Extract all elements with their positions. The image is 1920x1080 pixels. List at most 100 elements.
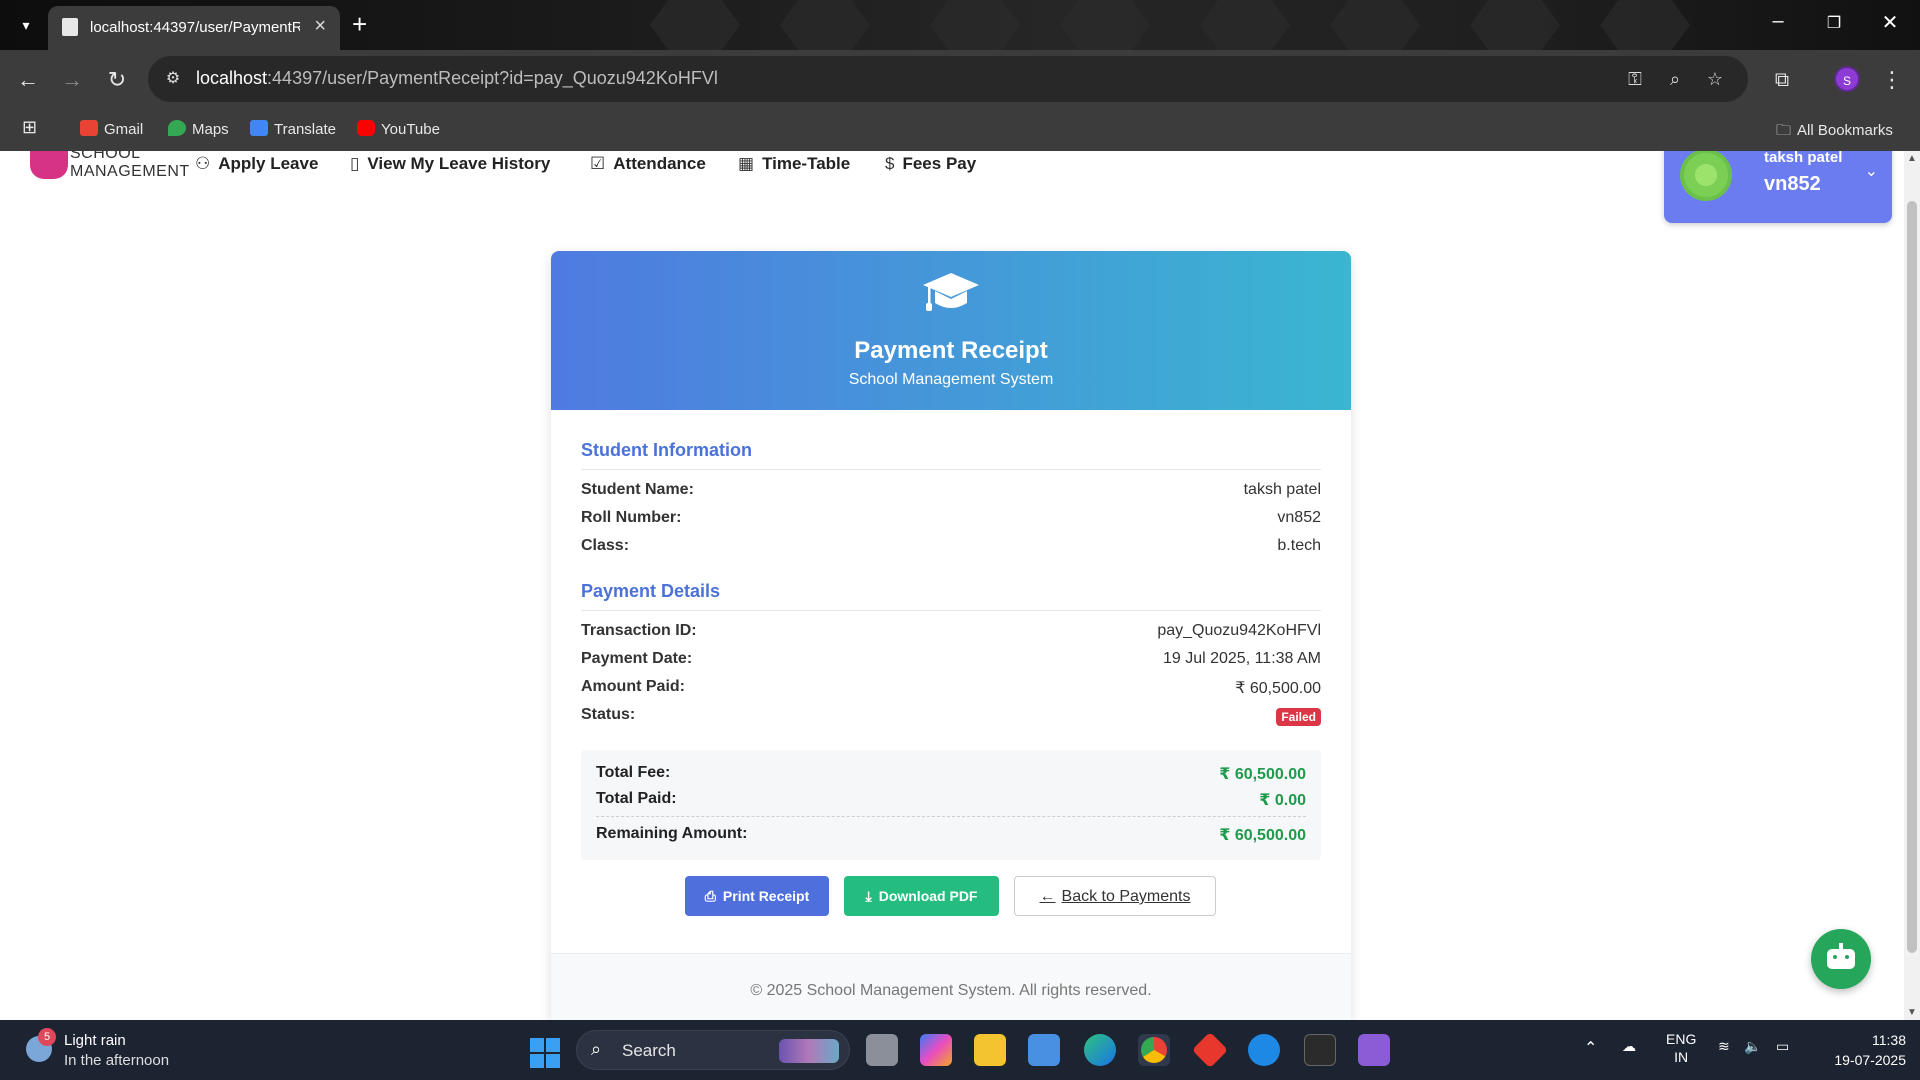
terminal-app-icon[interactable] [1304,1034,1336,1066]
window-close-icon[interactable]: ✕ [1870,10,1910,35]
totals-summary: Total Fee: ₹ 60,500.00 Total Paid: ₹ 0.00 … [581,750,1321,860]
payment-date-row: Payment Date: 19 Jul 2025, 11:38 AM [581,650,1321,667]
amount-paid-row: Amount Paid: ₹ 60,500.00 [581,678,1321,697]
wallpaper-hex [1330,0,1420,56]
git-app-icon[interactable] [1191,1031,1229,1069]
download-icon: ⤓ [865,888,872,904]
browser-menu-icon[interactable]: ⋮ [1876,64,1908,96]
search-icon: ⌕ [591,1039,602,1059]
dollar-icon: $ [885,154,895,173]
tab-close-icon[interactable]: × [314,15,326,38]
language-indicator[interactable]: ENG IN [1666,1030,1696,1066]
wallpaper-hex [650,0,740,56]
wallpaper-hex [780,0,870,56]
page-favicon-icon [62,18,78,36]
payment-details-heading: Payment Details [581,581,1321,611]
scroll-thumb[interactable] [1907,201,1917,953]
app-logo-text[interactable]: SCHOOL MANAGEMENT [70,151,190,181]
receipt-header: Payment Receipt School Management System [551,251,1351,410]
user-profile-dropdown[interactable]: taksh patel vn852 ⌄ [1664,151,1892,223]
taskbar-search[interactable]: ⌕ Search [576,1030,850,1070]
weather-subtitle: In the afternoon [64,1052,170,1069]
back-arrow-icon[interactable]: ← [12,64,44,96]
reload-icon[interactable]: ↻ [101,64,133,96]
chevron-down-icon[interactable]: ⌄ [1865,161,1878,181]
restore-icon[interactable]: ❐ [1814,13,1854,33]
checkbox-icon: ☑ [590,154,606,173]
windows-start-icon[interactable] [530,1038,560,1068]
tray-cloud-icon[interactable]: ☁ [1622,1038,1636,1055]
arrow-left-icon: ← [1039,888,1056,905]
all-bookmarks[interactable]: 🗀 All Bookmarks [1776,120,1893,145]
receipt-subtitle: School Management System [848,371,1054,388]
totals-divider [596,816,1306,817]
bookmark-gmail[interactable]: Gmail [80,120,143,138]
weather-title: Light rain [64,1032,126,1049]
chatbot-button[interactable] [1811,929,1871,989]
user-avatar [1680,151,1732,201]
profile-avatar[interactable]: S [1834,66,1860,92]
search-highlight-icon [779,1039,839,1063]
download-pdf-button[interactable]: ⤓ Download PDF [844,876,999,916]
notebook-icon: ▯ [350,154,360,173]
wallpaper-hex [930,0,1020,56]
copilot-icon[interactable] [920,1034,952,1066]
url-text[interactable]: localhost:44397/user/PaymentReceipt?id=p… [196,68,718,89]
browser-toolbar: ← → ↻ ⚙ localhost:44397/user/PaymentRece… [0,50,1920,109]
student-info-heading: Student Information [581,440,1321,470]
bookmark-maps[interactable]: Maps [168,120,229,138]
chrome-icon[interactable] [1138,1034,1170,1066]
forward-arrow-icon[interactable]: → [56,64,88,96]
user-name: taksh patel [1764,151,1843,166]
browser-tab-active[interactable]: localhost:44397/user/PaymentR × [48,6,340,50]
nav-time-table[interactable]: ▦ Time-Table [738,154,850,174]
password-key-icon[interactable]: ⚿ [1622,66,1648,92]
total-fee-row: Total Fee: ₹ 60,500.00 [596,764,1306,783]
zoom-icon[interactable]: ⌕ [1662,66,1688,92]
wifi-icon[interactable]: ≋ [1718,1038,1730,1055]
person-icon: ⚇ [195,154,211,173]
extensions-puzzle-icon[interactable]: ⧉ [1766,64,1798,96]
microsoft-store-icon[interactable] [1028,1034,1060,1066]
graduation-cap-icon [923,273,979,311]
minimize-icon[interactable]: – [1758,10,1798,33]
receipt-title: Payment Receipt [854,337,1048,364]
edge-icon[interactable] [1084,1034,1116,1066]
maps-pin-icon [168,120,186,136]
scroll-down-icon[interactable]: ▼ [1907,1007,1917,1018]
bookmark-star-icon[interactable]: ☆ [1702,66,1728,92]
apps-grid-icon[interactable]: ⊞ [22,117,37,138]
nav-leave-history[interactable]: ▯ View My Leave History [350,154,550,174]
taskbar-clock[interactable]: 11:38 19-07-2025 [1812,1030,1906,1070]
address-bar[interactable]: ⚙ localhost:44397/user/PaymentReceipt?id… [148,56,1748,102]
battery-icon[interactable]: ▭ [1776,1038,1789,1055]
tab-search-chevron-icon[interactable]: ▾ [12,12,40,38]
volume-icon[interactable]: 🔈 [1744,1038,1761,1055]
youtube-icon [357,120,375,136]
nav-fees-pay[interactable]: $ Fees Pay [885,154,976,174]
print-receipt-button[interactable]: ⎙ Print Receipt [685,876,829,916]
page-scrollbar[interactable]: ▲ ▼ [1904,151,1920,1020]
bookmark-youtube[interactable]: YouTube [357,120,440,138]
wallpaper-hex [1600,0,1690,56]
wallpaper-hex [1470,0,1560,56]
scroll-up-icon[interactable]: ▲ [1907,153,1917,164]
folder-icon: 🗀 [1776,122,1792,139]
weather-widget[interactable]: 5 Light rain In the afternoon [26,1028,226,1072]
school-logo-icon[interactable] [30,151,68,179]
task-view-icon[interactable] [866,1034,898,1066]
bookmark-translate[interactable]: Translate [250,120,336,138]
tab-title: localhost:44397/user/PaymentR [90,19,300,36]
help-icon[interactable] [1248,1034,1280,1066]
tray-overflow-chevron-icon[interactable]: ⌃ [1584,1038,1597,1058]
user-roll: vn852 [1764,173,1821,195]
site-info-icon[interactable]: ⚙ [160,66,186,92]
visual-studio-icon[interactable] [1358,1034,1390,1066]
search-label: Search [622,1041,676,1060]
nav-apply-leave[interactable]: ⚇ Apply Leave [195,154,318,174]
status-badge: Failed [1276,708,1321,726]
new-tab-plus-icon[interactable]: + [352,10,367,38]
nav-attendance[interactable]: ☑ Attendance [590,154,706,174]
back-to-payments-button[interactable]: ← Back to Payments [1014,876,1216,916]
file-explorer-icon[interactable] [974,1034,1006,1066]
